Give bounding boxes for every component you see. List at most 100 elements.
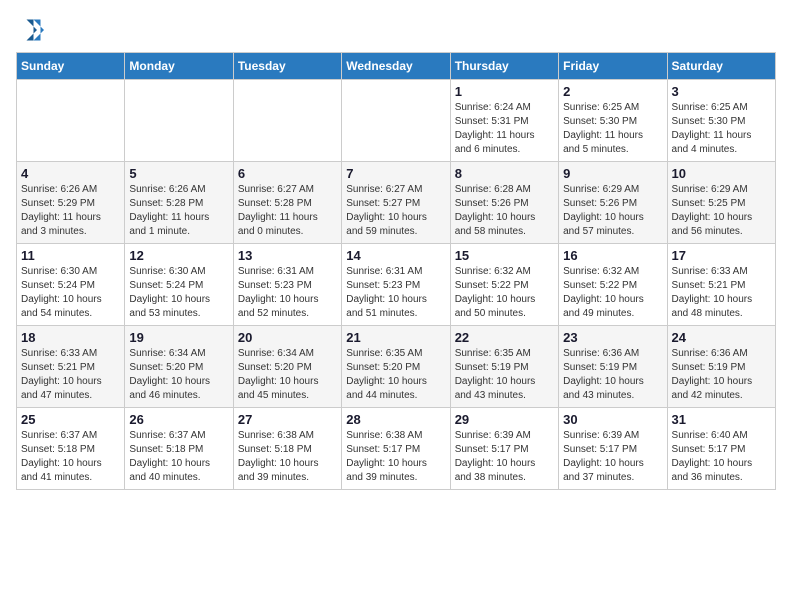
calendar-cell-2-5: 16 Sunrise: 6:32 AMSunset: 5:22 PMDayligh… (559, 244, 667, 326)
calendar-cell-0-3 (342, 80, 450, 162)
calendar-cell-2-3: 14 Sunrise: 6:31 AMSunset: 5:23 PMDayligh… (342, 244, 450, 326)
day-info-13: Sunrise: 6:31 AMSunset: 5:23 PMDaylight:… (238, 265, 337, 321)
day-number-19: 19 (129, 330, 228, 345)
day-info-2: Sunrise: 6:25 AMSunset: 5:30 PMDaylight:… (563, 101, 662, 157)
day-number-7: 7 (346, 166, 445, 181)
week-row-4: 18Sunrise: 6:33 AMSunset: 5:21 PMDayligh… (17, 326, 776, 408)
calendar-cell-4-1: 26Sunrise: 6:37 AMSunset: 5:18 PMDayligh… (125, 408, 233, 490)
calendar-cell-1-0: 4Sunrise: 6:26 AMSunset: 5:29 PMDaylight… (17, 162, 125, 244)
day-info-12: Sunrise: 6:30 AMSunset: 5:24 PMDaylight:… (129, 265, 228, 321)
week-row-1: 1Sunrise: 6:24 AMSunset: 5:31 PMDaylight… (17, 80, 776, 162)
calendar-cell-0-0 (17, 80, 125, 162)
calendar-table: SundayMondayTuesdayWednesdayThursdayFrid… (16, 52, 776, 490)
calendar-cell-3-3: 21Sunrise: 6:35 AMSunset: 5:20 PMDayligh… (342, 326, 450, 408)
calendar-cell-4-3: 28 Sunrise: 6:38 AMSunset: 5:17 PMDayligh… (342, 408, 450, 490)
calendar-cell-3-6: 24 Sunrise: 6:36 AMSunset: 5:19 PMDayligh… (667, 326, 775, 408)
week-row-2: 4Sunrise: 6:26 AMSunset: 5:29 PMDaylight… (17, 162, 776, 244)
calendar-cell-0-1 (125, 80, 233, 162)
day-number-9: 9 (563, 166, 662, 181)
day-info-31: Sunrise: 6:40 AMSunset: 5:17 PMDaylight:… (672, 429, 771, 485)
calendar-cell-3-0: 18Sunrise: 6:33 AMSunset: 5:21 PMDayligh… (17, 326, 125, 408)
calendar-cell-1-3: 7 Sunrise: 6:27 AMSunset: 5:27 PMDaylight… (342, 162, 450, 244)
calendar-cell-2-0: 11Sunrise: 6:30 AMSunset: 5:24 PMDayligh… (17, 244, 125, 326)
day-number-5: 5 (129, 166, 228, 181)
week-row-3: 11 Sunrise: 6:30 AMSunset: 5:24 PMDayligh… (17, 244, 776, 326)
calendar-cell-4-4: 29Sunrise: 6:39 AMSunset: 5:17 PMDayligh… (450, 408, 558, 490)
header-monday: Monday (125, 53, 233, 80)
day-info-15: Sunrise: 6:32 AMSunset: 5:22 PMDaylight:… (455, 265, 554, 321)
logo (16, 16, 48, 44)
day-info-20: Sunrise: 6:34 AMSunset: 5:20 PMDaylight:… (238, 347, 337, 403)
day-info-10: Sunrise: 6:29 AMSunset: 5:25 PMDaylight:… (672, 183, 771, 239)
day-number-20: 20 (238, 330, 337, 345)
calendar-cell-3-5: 23 Sunrise: 6:36 AMSunset: 5:19 PMDayligh… (559, 326, 667, 408)
calendar-cell-3-1: 19 Sunrise: 6:34 AMSunset: 5:20 PMDayligh… (125, 326, 233, 408)
header-saturday: Saturday (667, 53, 775, 80)
day-number-27: 27 (238, 412, 337, 427)
day-info-7: Sunrise: 6:27 AMSunset: 5:27 PMDaylight:… (346, 183, 445, 239)
day-number-12: 12 (129, 248, 228, 263)
day-info-4: Sunrise: 6:26 AMSunset: 5:29 PMDaylight:… (21, 183, 120, 239)
calendar-cell-0-2 (233, 80, 341, 162)
calendar-cell-1-4: 8 Sunrise: 6:28 AMSunset: 5:26 PMDaylight… (450, 162, 558, 244)
day-number-16: 16 (563, 248, 662, 263)
day-number-11: 11 (21, 248, 120, 263)
day-info-17: Sunrise: 6:33 AMSunset: 5:21 PMDaylight:… (672, 265, 771, 321)
day-number-30: 30 (563, 412, 662, 427)
day-info-6: Sunrise: 6:27 AMSunset: 5:28 PMDaylight:… (238, 183, 337, 239)
calendar-header: SundayMondayTuesdayWednesdayThursdayFrid… (17, 53, 776, 80)
calendar-cell-0-4: 1Sunrise: 6:24 AMSunset: 5:31 PMDaylight… (450, 80, 558, 162)
day-number-13: 13 (238, 248, 337, 263)
day-number-23: 23 (563, 330, 662, 345)
day-info-5: Sunrise: 6:26 AMSunset: 5:28 PMDaylight:… (129, 183, 228, 239)
calendar-body: 1Sunrise: 6:24 AMSunset: 5:31 PMDaylight… (17, 80, 776, 490)
calendar-cell-4-0: 25 Sunrise: 6:37 AMSunset: 5:18 PMDayligh… (17, 408, 125, 490)
calendar-cell-2-4: 15 Sunrise: 6:32 AMSunset: 5:22 PMDayligh… (450, 244, 558, 326)
day-info-3: Sunrise: 6:25 AMSunset: 5:30 PMDaylight:… (672, 101, 771, 157)
day-number-26: 26 (129, 412, 228, 427)
day-info-16: Sunrise: 6:32 AMSunset: 5:22 PMDaylight:… (563, 265, 662, 321)
day-number-15: 15 (455, 248, 554, 263)
header-tuesday: Tuesday (233, 53, 341, 80)
day-number-10: 10 (672, 166, 771, 181)
calendar-cell-1-5: 9 Sunrise: 6:29 AMSunset: 5:26 PMDaylight… (559, 162, 667, 244)
calendar-cell-3-4: 22Sunrise: 6:35 AMSunset: 5:19 PMDayligh… (450, 326, 558, 408)
day-info-21: Sunrise: 6:35 AMSunset: 5:20 PMDaylight:… (346, 347, 445, 403)
day-number-8: 8 (455, 166, 554, 181)
week-row-5: 25 Sunrise: 6:37 AMSunset: 5:18 PMDayligh… (17, 408, 776, 490)
header-wednesday: Wednesday (342, 53, 450, 80)
day-info-25: Sunrise: 6:37 AMSunset: 5:18 PMDaylight:… (21, 429, 120, 485)
day-number-14: 14 (346, 248, 445, 263)
calendar-cell-2-6: 17 Sunrise: 6:33 AMSunset: 5:21 PMDayligh… (667, 244, 775, 326)
calendar-cell-4-2: 27 Sunrise: 6:38 AMSunset: 5:18 PMDayligh… (233, 408, 341, 490)
day-info-30: Sunrise: 6:39 AMSunset: 5:17 PMDaylight:… (563, 429, 662, 485)
day-number-18: 18 (21, 330, 120, 345)
day-number-28: 28 (346, 412, 445, 427)
day-info-14: Sunrise: 6:31 AMSunset: 5:23 PMDaylight:… (346, 265, 445, 321)
day-info-23: Sunrise: 6:36 AMSunset: 5:19 PMDaylight:… (563, 347, 662, 403)
calendar-cell-4-5: 30 Sunrise: 6:39 AMSunset: 5:17 PMDayligh… (559, 408, 667, 490)
day-number-17: 17 (672, 248, 771, 263)
day-info-8: Sunrise: 6:28 AMSunset: 5:26 PMDaylight:… (455, 183, 554, 239)
day-number-24: 24 (672, 330, 771, 345)
day-info-9: Sunrise: 6:29 AMSunset: 5:26 PMDaylight:… (563, 183, 662, 239)
day-number-6: 6 (238, 166, 337, 181)
day-info-28: Sunrise: 6:38 AMSunset: 5:17 PMDaylight:… (346, 429, 445, 485)
day-info-24: Sunrise: 6:36 AMSunset: 5:19 PMDaylight:… (672, 347, 771, 403)
day-number-3: 3 (672, 84, 771, 99)
calendar-cell-1-2: 6 Sunrise: 6:27 AMSunset: 5:28 PMDaylight… (233, 162, 341, 244)
calendar-cell-0-5: 2 Sunrise: 6:25 AMSunset: 5:30 PMDaylight… (559, 80, 667, 162)
day-number-31: 31 (672, 412, 771, 427)
day-number-25: 25 (21, 412, 120, 427)
day-number-1: 1 (455, 84, 554, 99)
day-info-27: Sunrise: 6:38 AMSunset: 5:18 PMDaylight:… (238, 429, 337, 485)
logo-icon (16, 16, 44, 44)
page-header (16, 16, 776, 44)
header-sunday: Sunday (17, 53, 125, 80)
header-row: SundayMondayTuesdayWednesdayThursdayFrid… (17, 53, 776, 80)
calendar-cell-0-6: 3 Sunrise: 6:25 AMSunset: 5:30 PMDaylight… (667, 80, 775, 162)
day-info-19: Sunrise: 6:34 AMSunset: 5:20 PMDaylight:… (129, 347, 228, 403)
day-info-22: Sunrise: 6:35 AMSunset: 5:19 PMDaylight:… (455, 347, 554, 403)
calendar-cell-1-1: 5 Sunrise: 6:26 AMSunset: 5:28 PMDaylight… (125, 162, 233, 244)
day-number-2: 2 (563, 84, 662, 99)
